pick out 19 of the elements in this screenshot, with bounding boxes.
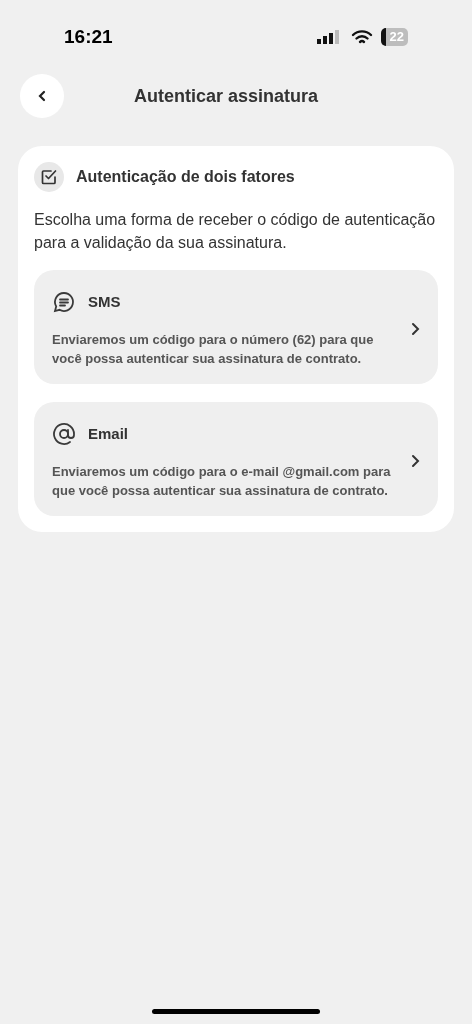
card-title: Autenticação de dois fatores [76, 167, 295, 187]
wifi-icon [350, 29, 373, 45]
auth-option-button[interactable]: Email Enviaremos um código para o e-mail @gmail.com para que você possa autenticar sua assinatura de contrato. [34, 402, 438, 516]
clock-time: 16:21 [64, 24, 113, 49]
option-text: Enviaremos um código para o e-mail @gmail.com para que você possa autenticar sua assinatura de contrato. [52, 463, 392, 500]
back-chevron-icon [36, 90, 48, 102]
auth-option-button[interactable]: SMS Enviaremos um código para o número (62) para que você possa autenticar sua assinatura de contrato. [34, 270, 438, 384]
page-title: Autenticar assinatura [134, 84, 319, 108]
back-button[interactable] [20, 74, 64, 118]
option-title: Email [88, 423, 129, 444]
chevron-right-icon [410, 454, 420, 468]
card-description: Escolha uma forma de receber o código de autenticação para a validação da sua assinatura. [34, 210, 437, 253]
chat-bubble-icon [52, 290, 76, 314]
battery-indicator: 22 [380, 28, 408, 46]
option-text: Enviaremos um código para o número (62) para que você possa autenticar sua assinatura de contrato. [52, 331, 375, 368]
chevron-right-icon [410, 322, 420, 336]
option-title: SMS [88, 291, 121, 312]
checkbox-icon [34, 162, 64, 192]
at-sign-icon [52, 422, 76, 446]
